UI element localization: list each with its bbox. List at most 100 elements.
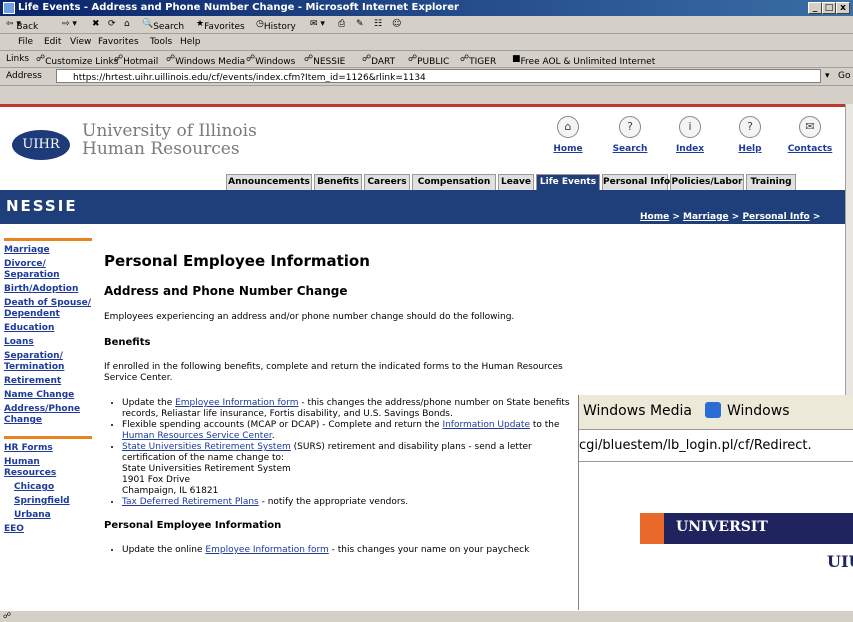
address-label: Address xyxy=(6,71,42,81)
sidebar-item-name-change[interactable]: Name Change xyxy=(4,390,92,401)
sidebar-item-divorce[interactable]: Divorce/ Separation xyxy=(4,259,92,281)
address-input[interactable]: https://hrtest.uihr.uillinois.edu/cf/eve… xyxy=(56,69,821,83)
back-button[interactable]: ⇦ Back ▾ xyxy=(6,19,38,33)
sidebar-item-death[interactable]: Death of Spouse/ Dependent xyxy=(4,298,92,320)
menu-view[interactable]: View xyxy=(70,37,91,47)
benefits-heading: Benefits xyxy=(104,337,151,348)
page-status-icon: ☍ xyxy=(3,611,12,620)
sidebar-item-separation[interactable]: Separation/ Termination xyxy=(4,351,92,373)
link-windows-media[interactable]: ☍ Windows Media xyxy=(166,54,245,67)
sidebar-item-springfield[interactable]: Springfield xyxy=(4,496,92,507)
breadcrumb-home[interactable]: Home xyxy=(640,212,669,222)
link-dart[interactable]: ☍ DART xyxy=(362,54,395,67)
tab-personal-info[interactable]: Personal Info xyxy=(602,174,670,190)
background-address-input[interactable]: cgi/bluestem/lb_login.pl/cf/Redirect. xyxy=(579,431,853,462)
banner-accent xyxy=(640,513,664,544)
tab-life-events[interactable]: Life Events xyxy=(536,174,600,190)
top-search-link[interactable]: ? Search xyxy=(602,116,658,154)
background-link-windows-media[interactable]: Windows Media xyxy=(583,403,692,419)
tab-policies-labor[interactable]: Policies/Labor xyxy=(670,174,744,190)
tab-announcements[interactable]: Announcements xyxy=(226,174,312,190)
window-titlebar[interactable]: Life Events - Address and Phone Number C… xyxy=(0,0,853,16)
information-update-link[interactable]: Information Update xyxy=(442,420,530,430)
breadcrumb-marriage[interactable]: Marriage xyxy=(683,212,729,222)
tax-deferred-link[interactable]: Tax Deferred Retirement Plans xyxy=(122,497,259,507)
sidebar-item-human-resources[interactable]: Human Resources xyxy=(4,457,92,479)
sidebar-item-loans[interactable]: Loans xyxy=(4,337,92,348)
banner-subtitle: UIU xyxy=(827,552,853,571)
section-title: NESSIE xyxy=(6,197,78,215)
favorites-button[interactable]: ★ Favorites xyxy=(196,19,245,33)
top-index-link[interactable]: i Index xyxy=(662,116,718,154)
refresh-icon[interactable]: ⟳ xyxy=(108,19,116,33)
forward-button[interactable]: ⇨ ▾ xyxy=(62,19,77,33)
sidebar-item-chicago[interactable]: Chicago xyxy=(4,482,92,493)
messenger-icon[interactable]: ☺ xyxy=(392,19,401,33)
link-windows[interactable]: ☍ Windows xyxy=(246,54,295,67)
sidebar-item-marriage[interactable]: Marriage xyxy=(4,245,92,256)
menu-bar: File Edit View Favorites Tools Help xyxy=(0,34,853,51)
uihr-logo[interactable]: UIHR xyxy=(12,130,70,160)
home-icon: ⌂ xyxy=(557,116,579,138)
mail-icon[interactable]: ✉ ▾ xyxy=(310,19,325,33)
background-window[interactable]: Windows Media Windows cgi/bluestem/lb_lo… xyxy=(578,395,853,621)
sidebar-item-hr-forms[interactable]: HR Forms xyxy=(4,443,92,454)
search-button[interactable]: 🔍 Search xyxy=(142,19,184,33)
menu-favorites[interactable]: Favorites xyxy=(98,37,139,47)
background-link-windows[interactable]: Windows xyxy=(727,403,790,419)
link-aol[interactable]: ■ Free AOL & Unlimited Internet xyxy=(512,54,655,67)
top-contacts-link[interactable]: ✉ Contacts xyxy=(782,116,838,154)
address-bar: Address https://hrtest.uihr.uillinois.ed… xyxy=(0,68,853,86)
top-home-link[interactable]: ⌂ Home xyxy=(540,116,596,154)
envelope-icon: ✉ xyxy=(799,116,821,138)
tab-leave[interactable]: Leave xyxy=(498,174,534,190)
link-public[interactable]: ☍ PUBLIC xyxy=(408,54,449,67)
history-button[interactable]: ◷ History xyxy=(256,19,296,33)
tab-careers[interactable]: Careers xyxy=(364,174,410,190)
sidebar-item-urbana[interactable]: Urbana xyxy=(4,510,92,521)
sidebar-item-education[interactable]: Education xyxy=(4,323,92,334)
ie-icon xyxy=(3,2,15,14)
link-nessie[interactable]: ☍ NESSIE xyxy=(304,54,345,67)
print-icon[interactable]: ⎙ xyxy=(338,19,345,33)
sidebar-item-address-change[interactable]: Address/Phone Change xyxy=(4,404,92,426)
stop-icon[interactable]: ✖ xyxy=(92,19,100,33)
intro-text: Employees experiencing an address and/or… xyxy=(104,312,515,322)
online-employee-info-link[interactable]: Employee Information form xyxy=(205,545,328,555)
hr-service-center-link[interactable]: Human Resources Service Center xyxy=(122,431,272,441)
go-button[interactable]: Go xyxy=(838,71,850,81)
tab-benefits[interactable]: Benefits xyxy=(314,174,362,190)
list-item: State Universities Retirement System (SU… xyxy=(122,442,580,497)
section-header: NESSIE Home > Marriage > Personal Info > xyxy=(0,190,845,224)
link-tiger[interactable]: ☍ TIGER xyxy=(460,54,496,67)
links-bar: Links ☍ Customize Links ☍ Hotmail ☍ Windows… xyxy=(0,51,853,68)
breadcrumb-personal-info[interactable]: Personal Info xyxy=(742,212,809,222)
employee-info-form-link[interactable]: Employee Information form xyxy=(175,398,298,408)
maximize-button[interactable]: □ xyxy=(822,2,836,14)
sidebar-item-eeo[interactable]: EEO xyxy=(4,524,92,535)
menu-edit[interactable]: Edit xyxy=(44,37,61,47)
address-dropdown-icon[interactable]: ▾ xyxy=(825,71,830,81)
page-subtitle: Address and Phone Number Change xyxy=(104,284,348,298)
tab-compensation[interactable]: Compensation xyxy=(412,174,496,190)
background-links-bar: Windows Media Windows xyxy=(579,395,853,430)
sidebar-item-retirement[interactable]: Retirement xyxy=(4,376,92,387)
menu-file[interactable]: File xyxy=(18,37,33,47)
home-icon[interactable]: ⌂ xyxy=(124,19,130,33)
help-icon: ? xyxy=(739,116,761,138)
link-hotmail[interactable]: ☍ Hotmail xyxy=(114,54,158,67)
top-accent-line xyxy=(0,104,845,107)
surs-link[interactable]: State Universities Retirement System xyxy=(122,442,291,452)
menu-help[interactable]: Help xyxy=(180,37,201,47)
link-customize[interactable]: ☍ Customize Links xyxy=(36,54,118,67)
main-article: Personal Employee Information Address an… xyxy=(104,252,580,556)
tab-training[interactable]: Training xyxy=(746,174,796,190)
menu-tools[interactable]: Tools xyxy=(150,37,172,47)
discuss-icon[interactable]: ☷ xyxy=(374,19,382,33)
close-button[interactable]: x xyxy=(836,2,850,14)
top-help-link[interactable]: ? Help xyxy=(722,116,778,154)
edit-icon[interactable]: ✎ xyxy=(356,19,364,33)
index-icon: i xyxy=(679,116,701,138)
minimize-button[interactable]: _ xyxy=(808,2,822,14)
sidebar-item-birth-adoption[interactable]: Birth/Adoption xyxy=(4,284,92,295)
